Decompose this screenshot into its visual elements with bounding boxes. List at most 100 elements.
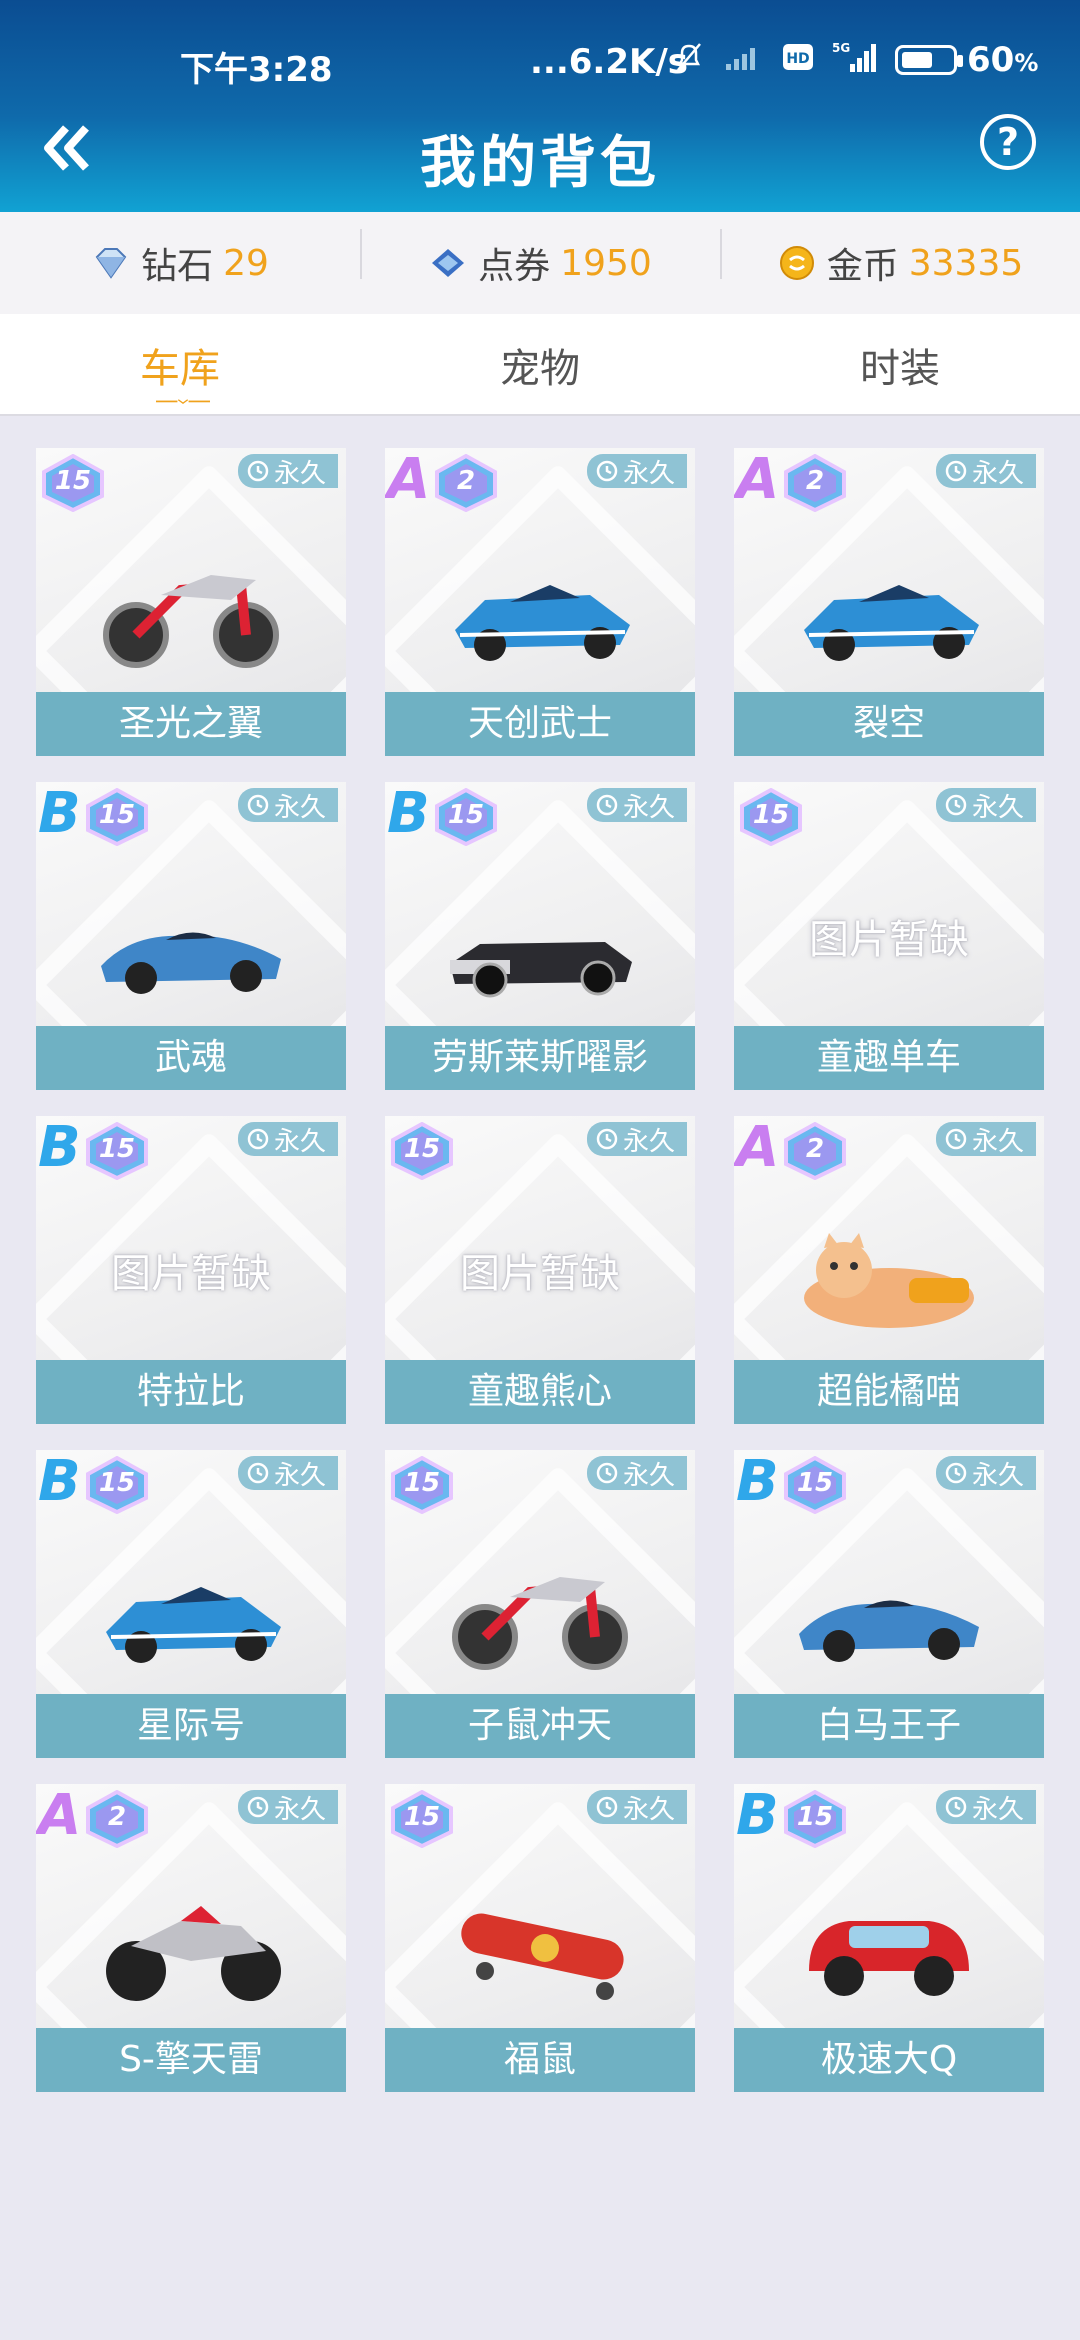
duration-badge: 永久 bbox=[935, 1456, 1036, 1491]
cat-kart-icon bbox=[789, 1208, 989, 1348]
vehicle-name: 极速大Q bbox=[734, 2028, 1044, 2092]
vehicle-card[interactable]: 15 永久福鼠 bbox=[385, 1784, 695, 2092]
duration-text: 永久 bbox=[971, 458, 1024, 489]
currency-label: 金币 bbox=[826, 246, 899, 287]
duration-badge: 永久 bbox=[586, 1122, 687, 1157]
currency-coin: 金币 33335 bbox=[720, 229, 1080, 289]
image-missing-text: 图片暂缺 bbox=[460, 1251, 620, 1297]
vehicle-card[interactable]: 15 永久 子鼠冲天 bbox=[385, 1450, 695, 1758]
grade-badge: B bbox=[38, 1450, 81, 1514]
clock-icon bbox=[945, 1462, 967, 1484]
duration-badge: 永久 bbox=[935, 1122, 1036, 1157]
grade-badge: B bbox=[38, 1116, 81, 1180]
help-button[interactable]: ? bbox=[980, 114, 1036, 170]
vehicle-name: 武魂 bbox=[36, 1026, 346, 1090]
grade-badge: A bbox=[387, 448, 431, 512]
clock-icon bbox=[596, 1128, 618, 1150]
grade-badge: A bbox=[38, 1784, 82, 1848]
level-badge: 2 bbox=[782, 1121, 848, 1181]
vehicle-card[interactable]: B 15 永久图片暂缺特拉比 bbox=[36, 1116, 346, 1424]
vehicle-name: 圣光之翼 bbox=[36, 692, 346, 756]
vehicle-name: 福鼠 bbox=[385, 2028, 695, 2092]
status-time: 下午3:28 bbox=[180, 50, 333, 90]
grade-badge: B bbox=[38, 782, 81, 846]
vehicle-name: 白马王子 bbox=[734, 1694, 1044, 1758]
level-badge: 2 bbox=[433, 453, 499, 513]
grade-badge: A bbox=[736, 1116, 780, 1180]
duration-text: 永久 bbox=[622, 1126, 675, 1157]
vehicle-name: 童趣熊心 bbox=[385, 1360, 695, 1424]
tab-fashion[interactable]: 时装 bbox=[720, 314, 1080, 414]
duration-text: 永久 bbox=[273, 1126, 326, 1157]
motorbike-icon bbox=[91, 540, 291, 680]
tab-label: 车库 bbox=[140, 346, 220, 392]
tab-label: 宠物 bbox=[500, 346, 580, 392]
image-missing-text: 图片暂缺 bbox=[111, 1251, 271, 1297]
vehicle-card[interactable]: B 15 永久 劳斯莱斯曜影 bbox=[385, 782, 695, 1090]
clock-icon bbox=[596, 460, 618, 482]
level-value: 2 bbox=[107, 1802, 127, 1832]
racecar-icon bbox=[91, 1542, 291, 1682]
duration-badge: 永久 bbox=[935, 454, 1036, 489]
duration-text: 永久 bbox=[622, 1794, 675, 1825]
coupon-icon bbox=[432, 249, 465, 277]
vehicle-card[interactable]: B 15 永久 极速大Q bbox=[734, 1784, 1044, 2092]
vehicle-card[interactable]: B 15 永久武魂 bbox=[36, 782, 346, 1090]
vehicle-card[interactable]: 15 永久 圣光之翼 bbox=[36, 448, 346, 756]
level-badge: 15 bbox=[84, 1121, 150, 1181]
racecar-icon bbox=[789, 540, 989, 680]
duration-text: 永久 bbox=[273, 458, 326, 489]
clock-icon bbox=[945, 460, 967, 482]
duration-text: 永久 bbox=[273, 1794, 326, 1825]
tab-pets[interactable]: 宠物 bbox=[360, 314, 720, 414]
vehicle-name: 特拉比 bbox=[36, 1360, 346, 1424]
skateboard-icon bbox=[440, 1876, 640, 2016]
duration-badge: 永久 bbox=[935, 788, 1036, 823]
level-badge: 15 bbox=[389, 1121, 455, 1181]
level-value: 15 bbox=[98, 800, 136, 830]
duration-badge: 永久 bbox=[237, 1122, 338, 1157]
clock-icon bbox=[596, 1796, 618, 1818]
level-value: 15 bbox=[403, 1802, 441, 1832]
vehicle-name: 子鼠冲天 bbox=[385, 1694, 695, 1758]
level-value: 2 bbox=[805, 1134, 825, 1164]
duration-text: 永久 bbox=[971, 1460, 1024, 1491]
level-badge: 15 bbox=[782, 1455, 848, 1515]
vehicle-card[interactable]: 15 永久图片暂缺童趣熊心 bbox=[385, 1116, 695, 1424]
clock-icon bbox=[247, 1128, 269, 1150]
status-bar: 下午3:28 ...6.2K/s HD 5G 60% bbox=[0, 30, 1080, 94]
vehicle-card[interactable]: A 2 永久 天创武士 bbox=[385, 448, 695, 756]
level-badge: 15 bbox=[84, 1455, 150, 1515]
level-badge: 2 bbox=[782, 453, 848, 513]
vehicle-card[interactable]: B 15 永久白马王子 bbox=[734, 1450, 1044, 1758]
duration-badge: 永久 bbox=[586, 1790, 687, 1825]
motorbike-icon bbox=[440, 1542, 640, 1682]
clock-icon bbox=[247, 460, 269, 482]
vehicle-card[interactable]: A 2 永久 S-擎天雷 bbox=[36, 1784, 346, 2092]
grade-badge: B bbox=[736, 1450, 779, 1514]
sportscar-icon bbox=[91, 874, 291, 1014]
vehicle-card[interactable]: A 2 永久 超能橘喵 bbox=[734, 1116, 1044, 1424]
tab-garage[interactable]: 车库 bbox=[0, 314, 360, 414]
level-value: 15 bbox=[98, 1134, 136, 1164]
convertible-icon bbox=[440, 874, 640, 1014]
duration-badge: 永久 bbox=[586, 1456, 687, 1491]
currency-label: 钻石 bbox=[141, 246, 214, 287]
clock-icon bbox=[945, 794, 967, 816]
vehicle-name: 裂空 bbox=[734, 692, 1044, 756]
vehicle-card[interactable]: B 15 永久 星际号 bbox=[36, 1450, 346, 1758]
duration-badge: 永久 bbox=[586, 788, 687, 823]
network-speed: ...6.2K/s bbox=[530, 42, 688, 82]
duration-badge: 永久 bbox=[237, 788, 338, 823]
duration-text: 永久 bbox=[971, 1126, 1024, 1157]
currency-value: 33335 bbox=[908, 242, 1024, 284]
signal-weak-icon bbox=[726, 48, 755, 70]
level-value: 15 bbox=[98, 1468, 136, 1498]
duration-text: 永久 bbox=[622, 792, 675, 823]
vehicle-card[interactable]: A 2 永久 裂空 bbox=[734, 448, 1044, 756]
vehicle-card[interactable]: 15 永久 图片暂缺 童趣单车 bbox=[734, 782, 1044, 1090]
clock-icon bbox=[596, 1462, 618, 1484]
vehicle-name: 天创武士 bbox=[385, 692, 695, 756]
battery-percent: 60% bbox=[967, 40, 1039, 80]
racecar-icon bbox=[440, 540, 640, 680]
